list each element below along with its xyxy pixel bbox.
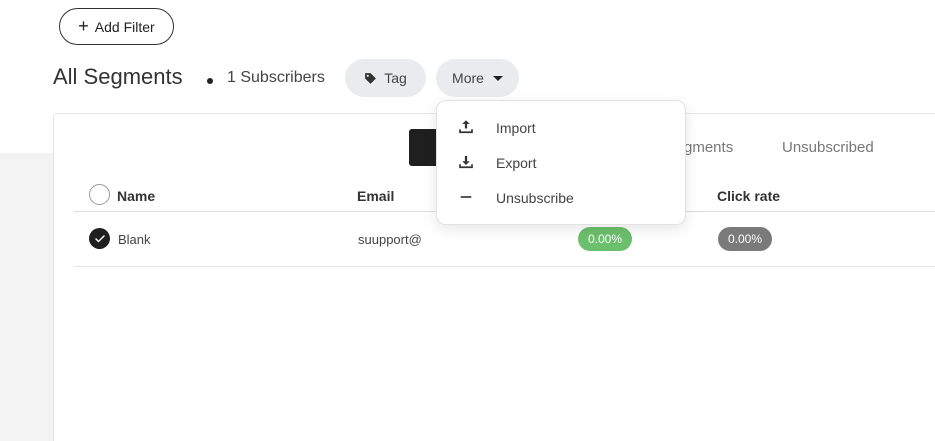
click-rate-badge: 0.00% bbox=[718, 227, 772, 251]
minus-icon bbox=[460, 196, 472, 198]
column-header-click-rate[interactable]: Click rate bbox=[717, 188, 780, 204]
tag-button[interactable]: Tag bbox=[345, 59, 426, 97]
tab-segments[interactable]: gments bbox=[684, 139, 733, 156]
menu-item-label: Import bbox=[496, 119, 536, 136]
subscriber-email: suupport@ bbox=[358, 232, 422, 247]
more-label: More bbox=[452, 70, 484, 86]
tag-label: Tag bbox=[384, 70, 407, 86]
left-background-strip bbox=[0, 153, 54, 441]
select-all-checkbox[interactable] bbox=[89, 184, 110, 205]
menu-item-label: Export bbox=[496, 154, 537, 171]
menu-item-unsubscribe[interactable]: Unsubscribe bbox=[437, 180, 687, 215]
open-rate-badge: 0.00% bbox=[578, 227, 632, 251]
more-button[interactable]: More bbox=[436, 59, 519, 97]
page: + Add Filter All Segments 1 Subscribers … bbox=[0, 0, 935, 441]
tab-all[interactable] bbox=[409, 129, 439, 166]
download-icon bbox=[459, 156, 473, 169]
subscriber-name: Blank bbox=[118, 232, 151, 247]
check-icon bbox=[94, 234, 105, 242]
tab-unsubscribed[interactable]: Unsubscribed bbox=[782, 139, 874, 156]
page-title: All Segments bbox=[53, 64, 183, 89]
more-dropdown-menu: Import Export Unsubscribe bbox=[436, 100, 686, 225]
plus-icon: + bbox=[78, 15, 89, 36]
upload-icon bbox=[459, 120, 473, 134]
menu-item-import[interactable]: Import bbox=[437, 110, 687, 145]
menu-item-label: Unsubscribe bbox=[496, 189, 574, 206]
add-filter-button[interactable]: + Add Filter bbox=[59, 8, 174, 45]
menu-item-export[interactable]: Export bbox=[437, 145, 687, 180]
column-header-email[interactable]: Email bbox=[357, 188, 394, 204]
separator-dot bbox=[207, 78, 213, 84]
add-filter-label: Add Filter bbox=[94, 18, 155, 35]
tag-icon bbox=[365, 72, 377, 84]
row-checkbox[interactable] bbox=[89, 228, 110, 249]
chevron-down-icon bbox=[492, 75, 503, 81]
column-header-name[interactable]: Name bbox=[117, 188, 155, 204]
subscriber-count: 1 Subscribers bbox=[227, 69, 325, 86]
